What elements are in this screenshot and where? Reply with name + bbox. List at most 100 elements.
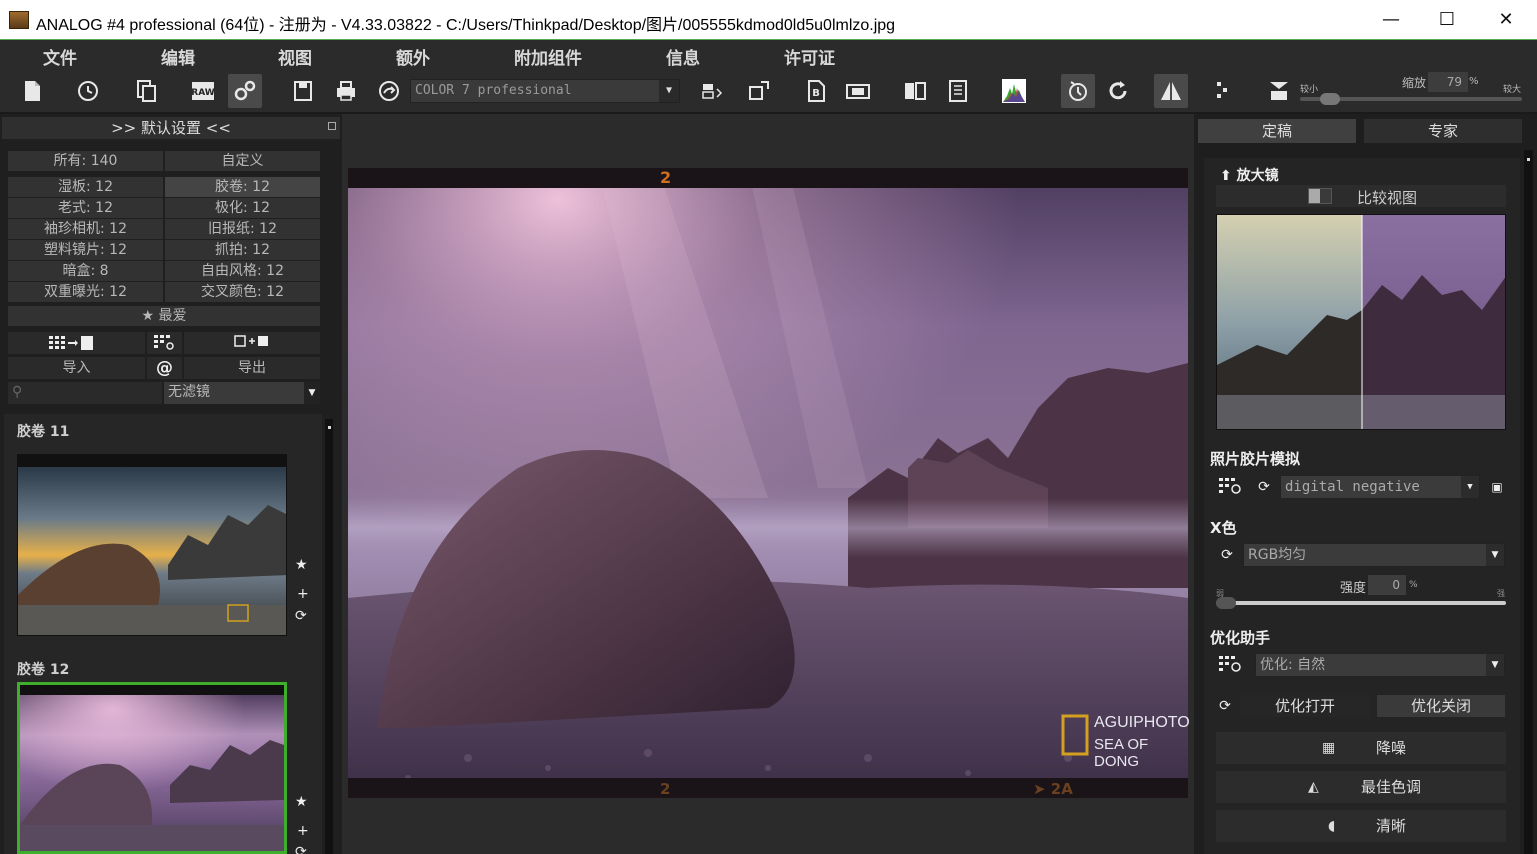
- category-camera-obscura[interactable]: 暗盒: 8: [8, 261, 163, 281]
- menu-bar: 文件 编辑 视图 额外 附加组件 信息 许可证: [0, 40, 1537, 69]
- optimize-reset-icon[interactable]: ⟳: [1215, 696, 1235, 716]
- rotate-icon[interactable]: [1101, 74, 1135, 108]
- maximize-button[interactable]: ☐: [1424, 4, 1470, 36]
- category-freestyle[interactable]: 自由风格: 12: [165, 261, 320, 281]
- film-strip-icon[interactable]: [841, 74, 875, 108]
- arrange-icon[interactable]: [696, 74, 730, 108]
- category-film[interactable]: 胶卷: 12: [165, 177, 320, 197]
- compare-preview[interactable]: [1216, 214, 1506, 430]
- optimize-off-button[interactable]: 优化关闭: [1377, 695, 1505, 717]
- print-icon[interactable]: [329, 74, 363, 108]
- film-grid-icon[interactable]: [1218, 477, 1244, 497]
- batch-icon[interactable]: [129, 74, 163, 108]
- new-file-icon[interactable]: [15, 74, 49, 108]
- film-export-icon[interactable]: ▣: [1487, 477, 1507, 497]
- share-icon[interactable]: [372, 74, 406, 108]
- zoom-value-field[interactable]: 79: [1428, 72, 1468, 92]
- scroll-up-icon[interactable]: [1527, 158, 1530, 161]
- thumbnail-film-12-selected[interactable]: [17, 682, 287, 854]
- menu-edit[interactable]: 编辑: [161, 44, 195, 69]
- email-at-button[interactable]: @: [147, 357, 182, 379]
- category-polarized[interactable]: 极化: 12: [165, 198, 320, 218]
- photo-preview[interactable]: 2 2 ➤ 2A AGUIPHOTO SEA OF DONG: [348, 168, 1190, 798]
- close-button[interactable]: ✕: [1483, 4, 1529, 36]
- add-icon[interactable]: +: [297, 586, 309, 602]
- optimize-mode-select[interactable]: 优化: 自然 ▼: [1255, 653, 1505, 677]
- minimize-button[interactable]: —: [1368, 4, 1414, 36]
- zoom-slider-knob[interactable]: [1320, 93, 1341, 105]
- menu-addons[interactable]: 附加组件: [514, 44, 582, 69]
- presets-header[interactable]: >> 默认设置 <<: [2, 117, 340, 139]
- favorite-star-icon[interactable]: ★: [295, 557, 308, 573]
- histogram-icon[interactable]: [997, 74, 1031, 108]
- add-icon[interactable]: +: [297, 823, 309, 839]
- sharpen-button[interactable]: ◖ 清晰: [1216, 810, 1506, 842]
- crop-icon[interactable]: [1262, 74, 1296, 108]
- settings-scrollbar[interactable]: [1524, 150, 1533, 854]
- category-plastic-lens[interactable]: 塑料镜片: 12: [8, 240, 163, 260]
- color-reset-icon[interactable]: ⟳: [1217, 545, 1237, 565]
- mirror-icon[interactable]: [1154, 74, 1188, 108]
- best-tone-button[interactable]: ◭ 最佳色调: [1216, 771, 1506, 803]
- thumbnail-film-11[interactable]: [17, 454, 287, 636]
- film-simulation-select[interactable]: digital negative ▼: [1280, 475, 1480, 499]
- profile-combo[interactable]: COLOR 7 professional ▼: [410, 79, 680, 103]
- menu-extra[interactable]: 额外: [396, 44, 430, 69]
- category-vintage[interactable]: 老式: 12: [8, 198, 163, 218]
- thumbnail-scrollbar[interactable]: [325, 419, 333, 854]
- menu-license[interactable]: 许可证: [784, 44, 835, 69]
- optimize-grid-icon[interactable]: [1218, 655, 1244, 675]
- export-preset-icon[interactable]: [184, 332, 320, 354]
- filter-select[interactable]: 无滤镜 ▼: [164, 382, 320, 404]
- category-wetplate[interactable]: 湿板: 12: [8, 177, 163, 197]
- history-icon[interactable]: [71, 74, 105, 108]
- auto-adjust-icon[interactable]: [1061, 74, 1095, 108]
- category-custom[interactable]: 自定义: [165, 151, 320, 171]
- compare-split-icon[interactable]: [898, 74, 932, 108]
- app-icon: [9, 11, 29, 29]
- menu-view[interactable]: 视图: [278, 44, 312, 69]
- compare-label: 比较视图: [1357, 189, 1418, 207]
- compare-toggle[interactable]: [1308, 188, 1332, 204]
- raw-icon[interactable]: RAW: [186, 74, 220, 108]
- undock-icon[interactable]: [328, 122, 336, 130]
- window-title: ANALOG #4 professional (64位) - 注册为 - V4.…: [36, 17, 896, 34]
- refresh-icon[interactable]: ⟳: [295, 844, 307, 854]
- compare-view-row[interactable]: 比较视图: [1216, 185, 1506, 207]
- menu-info[interactable]: 信息: [666, 44, 700, 69]
- category-pocket-camera[interactable]: 袖珍相机: 12: [8, 219, 163, 239]
- category-snapshot[interactable]: 抓拍: 12: [165, 240, 320, 260]
- strength-slider-track[interactable]: [1216, 601, 1506, 605]
- category-cross-color[interactable]: 交叉颜色: 12: [165, 282, 320, 302]
- category-old-newspaper[interactable]: 旧报纸: 12: [165, 219, 320, 239]
- category-double-exposure[interactable]: 双重曝光: 12: [8, 282, 163, 302]
- strength-value-field[interactable]: 0: [1368, 575, 1406, 595]
- save-icon[interactable]: [286, 74, 320, 108]
- favorites-button[interactable]: ★ 最爱: [8, 306, 320, 326]
- zoom-max-label: 较大: [1503, 85, 1522, 95]
- strength-label: 强度: [1340, 581, 1367, 596]
- export-b-icon[interactable]: B: [799, 74, 833, 108]
- import-button[interactable]: 导入: [8, 357, 145, 379]
- favorite-star-icon[interactable]: ★: [295, 794, 308, 810]
- transform-icon[interactable]: [742, 74, 776, 108]
- scroll-up-icon[interactable]: [328, 426, 331, 429]
- export-button[interactable]: 导出: [184, 357, 320, 379]
- denoise-button[interactable]: ▦ 降噪: [1216, 732, 1506, 764]
- menu-file[interactable]: 文件: [43, 44, 77, 69]
- split-view-icon[interactable]: [1205, 74, 1239, 108]
- optimize-on-button[interactable]: 优化打开: [1240, 695, 1370, 717]
- category-all[interactable]: 所有: 140: [8, 151, 163, 171]
- tab-expert[interactable]: 专家: [1364, 119, 1522, 143]
- refresh-icon[interactable]: ⟳: [295, 608, 307, 624]
- film-reset-icon[interactable]: ⟳: [1254, 477, 1274, 497]
- settings-gear-icon[interactable]: [228, 74, 262, 108]
- grid-search-icon[interactable]: [147, 332, 182, 354]
- search-field[interactable]: ⚲: [8, 382, 162, 404]
- import-grid-icon[interactable]: [8, 332, 145, 354]
- magnifier-heading[interactable]: ⬆ 放大镜: [1220, 165, 1279, 185]
- tab-final[interactable]: 定稿: [1198, 119, 1356, 143]
- exif-icon[interactable]: [941, 74, 975, 108]
- strength-slider-knob[interactable]: [1216, 597, 1236, 609]
- color-mode-select[interactable]: RGB均匀 ▼: [1243, 543, 1505, 567]
